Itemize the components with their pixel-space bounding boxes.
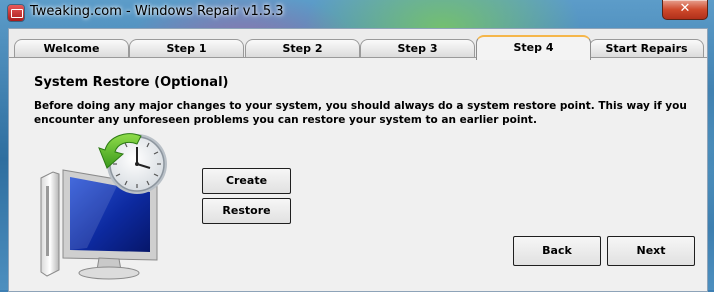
tab-step-4[interactable]: Step 4 [476, 35, 591, 60]
tab-step-1[interactable]: Step 1 [129, 39, 244, 57]
description-text: Before doing any major changes to your s… [34, 100, 687, 126]
create-button[interactable]: Create [202, 168, 291, 194]
next-button[interactable]: Next [607, 236, 695, 266]
tab-step-3[interactable]: Step 3 [360, 39, 475, 57]
close-button[interactable]: ✕ [662, 0, 708, 20]
tab-divider [9, 57, 707, 58]
app-icon [8, 5, 24, 21]
tab-welcome[interactable]: Welcome [14, 39, 129, 57]
title-bar[interactable]: Tweaking.com - Windows Repair v1.5.3 ✕ [0, 0, 714, 28]
page-title: System Restore (Optional) [34, 75, 229, 90]
close-icon: ✕ [679, 1, 691, 16]
client-area: Welcome Step 1 Step 2 Step 3 Step 4 Star… [8, 28, 708, 292]
tab-step-2[interactable]: Step 2 [245, 39, 360, 57]
tab-bar: Welcome Step 1 Step 2 Step 3 Step 4 Star… [9, 29, 707, 60]
back-button[interactable]: Back [513, 236, 601, 266]
system-restore-icon [40, 133, 167, 280]
window-title: Tweaking.com - Windows Repair v1.5.3 [30, 4, 284, 19]
restore-button[interactable]: Restore [202, 198, 291, 224]
tab-start-repairs[interactable]: Start Repairs [589, 39, 704, 57]
step-4-panel: System Restore (Optional) Before doing a… [9, 58, 707, 291]
